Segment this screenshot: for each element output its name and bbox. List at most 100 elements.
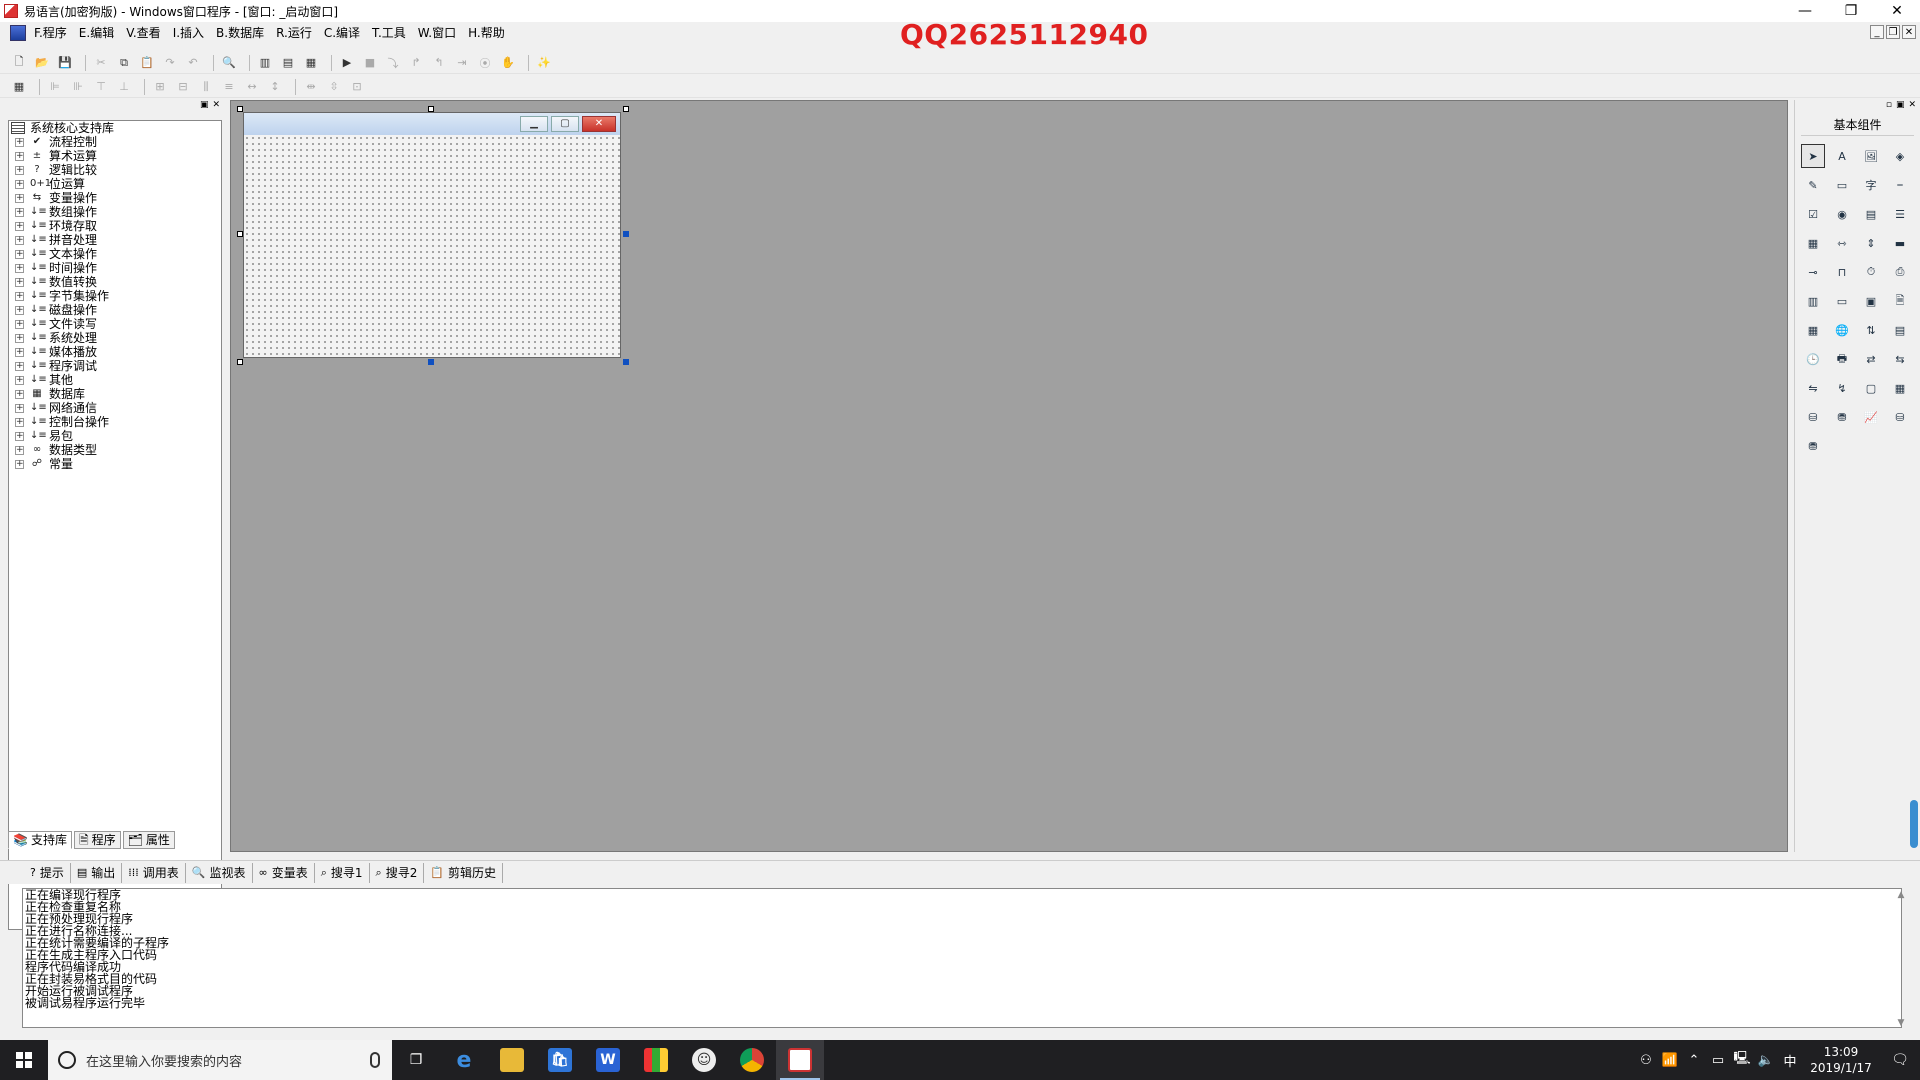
step-into-icon[interactable]: ⤵ bbox=[384, 54, 402, 72]
tab-search2[interactable]: ⌕ 搜寻2 bbox=[370, 862, 425, 883]
layout-palette-icon[interactable]: ▦ bbox=[302, 54, 320, 72]
taskbar-app-explorer[interactable] bbox=[488, 1040, 536, 1080]
list-box-icon[interactable]: ☰ bbox=[1888, 202, 1912, 226]
distribute-vertical-icon[interactable]: ≡ bbox=[220, 78, 238, 96]
group-box-icon[interactable]: ▭ bbox=[1830, 173, 1854, 197]
expand-icon[interactable]: + bbox=[15, 333, 24, 343]
step-out-icon[interactable]: ↰ bbox=[430, 54, 448, 72]
table-icon[interactable]: ▤ bbox=[1888, 318, 1912, 342]
grid-control-icon[interactable]: ▥ bbox=[1801, 289, 1825, 313]
menu-window[interactable]: W.窗口 bbox=[412, 22, 462, 44]
expand-icon[interactable]: + bbox=[15, 193, 24, 203]
wizard-icon[interactable]: ✨ bbox=[535, 54, 553, 72]
menu-tools[interactable]: T.工具 bbox=[366, 22, 412, 44]
tree-item[interactable]: +? 逻辑比较 bbox=[9, 163, 221, 177]
timer-icon[interactable]: ⏱ bbox=[1859, 260, 1883, 284]
progress-bar-icon[interactable]: ▬ bbox=[1888, 231, 1912, 255]
printer-icon[interactable]: 🖶 bbox=[1830, 347, 1854, 371]
clock-icon[interactable]: 🕒 bbox=[1801, 347, 1825, 371]
globe-icon[interactable]: 🌐 bbox=[1830, 318, 1854, 342]
close-button[interactable]: ✕ bbox=[1874, 0, 1920, 22]
menu-view[interactable]: V.查看 bbox=[120, 22, 166, 44]
tree-item[interactable]: + ↓≡ 环境存取 bbox=[9, 219, 221, 233]
output-scrollbar[interactable]: ▲ ▼ bbox=[1894, 890, 1908, 1028]
breakpoint-icon[interactable]: ⦿ bbox=[476, 54, 494, 72]
new-file-icon[interactable]: 🗋 bbox=[10, 54, 28, 72]
expand-icon[interactable]: + bbox=[15, 165, 24, 175]
tree-item[interactable]: + ↓≡ 文本操作 bbox=[9, 247, 221, 261]
align-left-icon[interactable]: ⊫ bbox=[46, 78, 64, 96]
start-button[interactable] bbox=[0, 1040, 48, 1080]
taskbar-app-colorful[interactable] bbox=[632, 1040, 680, 1080]
tab-call-stack[interactable]: ⁞⁞⁞ 调用表 bbox=[122, 862, 186, 883]
taskbar-app-eyuyan[interactable] bbox=[776, 1040, 824, 1080]
tab-support-library[interactable]: 📚 支持库 bbox=[8, 831, 72, 849]
network-icon[interactable]: 🖳 bbox=[1730, 1040, 1754, 1080]
form-client-area[interactable] bbox=[244, 135, 620, 357]
tree-item[interactable]: + ↓≡ 易包 bbox=[9, 429, 221, 443]
tab-watch[interactable]: 🔍 监视表 bbox=[186, 862, 253, 883]
tree-item[interactable]: + ▦ 数据库 bbox=[9, 387, 221, 401]
tree-item[interactable]: + ↓≡ 数组操作 bbox=[9, 205, 221, 219]
expand-icon[interactable]: + bbox=[15, 179, 24, 189]
tree-root[interactable]: 系统核心支持库 bbox=[9, 121, 221, 135]
microphone-icon[interactable] bbox=[370, 1052, 380, 1068]
grid-icon[interactable]: ▦ bbox=[10, 78, 28, 96]
battery-icon[interactable]: ▭ bbox=[1706, 1040, 1730, 1080]
menu-database[interactable]: B.数据库 bbox=[210, 22, 270, 44]
taskbar-search[interactable]: 在这里输入你要搜索的内容 bbox=[48, 1040, 392, 1080]
same-height-icon[interactable]: ↕ bbox=[266, 78, 284, 96]
scroll-up-icon[interactable]: ▲ bbox=[1898, 890, 1905, 900]
expand-icon[interactable]: + bbox=[15, 263, 24, 273]
panel-close-icon[interactable]: ✕ bbox=[212, 100, 220, 114]
step-over-icon[interactable]: ↱ bbox=[407, 54, 425, 72]
tab-hint[interactable]: ? 提示 bbox=[24, 862, 71, 883]
restore-button[interactable]: ❐ bbox=[1828, 0, 1874, 22]
label-icon[interactable]: A bbox=[1830, 144, 1854, 168]
radio-button-icon[interactable]: ◉ bbox=[1830, 202, 1854, 226]
layout-panel-icon[interactable]: ▥ bbox=[256, 54, 274, 72]
menu-run[interactable]: R.运行 bbox=[270, 22, 318, 44]
expand-icon[interactable]: + bbox=[15, 375, 24, 385]
pointer-icon[interactable]: ➤ bbox=[1801, 144, 1825, 168]
run-to-cursor-icon[interactable]: ⇥ bbox=[453, 54, 471, 72]
expand-icon[interactable]: + bbox=[15, 445, 24, 455]
tree-item[interactable]: + ↓≡ 文件读写 bbox=[9, 317, 221, 331]
expand-icon[interactable]: + bbox=[15, 361, 24, 371]
notification-icon[interactable]: 🗨 bbox=[1880, 1040, 1920, 1080]
expand-icon[interactable]: + bbox=[15, 277, 24, 287]
mdi-close-button[interactable]: ✕ bbox=[1902, 25, 1916, 39]
tab-output[interactable]: ▤ 输出 bbox=[71, 862, 123, 883]
resize-handle[interactable] bbox=[237, 106, 243, 112]
task-view-button[interactable]: ❐ bbox=[392, 1040, 440, 1080]
mdi-restore-button[interactable]: ❐ bbox=[1886, 25, 1900, 39]
palette-scrollbar[interactable] bbox=[1910, 800, 1918, 848]
resize-handle[interactable] bbox=[623, 106, 629, 112]
scroll-down-icon[interactable]: ▼ bbox=[1898, 1018, 1905, 1028]
tab-properties[interactable]: 🗂 属性 bbox=[122, 831, 175, 849]
space-vertical-icon[interactable]: ⇳ bbox=[325, 78, 343, 96]
menu-compile[interactable]: C.编译 bbox=[318, 22, 366, 44]
expand-icon[interactable]: + bbox=[15, 389, 24, 399]
tree-item[interactable]: + ↓≡ 系统处理 bbox=[9, 331, 221, 345]
tree-item[interactable]: + ☍ 常量 bbox=[9, 457, 221, 471]
align-top-icon[interactable]: ⊤ bbox=[92, 78, 110, 96]
tree-item[interactable]: + ↓≡ 网络通信 bbox=[9, 401, 221, 415]
float-icon[interactable]: ▣ bbox=[1896, 100, 1905, 114]
tab-variables[interactable]: ∞ 变量表 bbox=[253, 862, 315, 883]
tree-item[interactable]: + ↓≡ 磁盘操作 bbox=[9, 303, 221, 317]
menu-program[interactable]: F.程序 bbox=[28, 22, 73, 44]
taskbar-app-edge[interactable]: e bbox=[440, 1040, 488, 1080]
combo-box-icon[interactable]: ▤ bbox=[1859, 202, 1883, 226]
document-icon[interactable] bbox=[10, 25, 26, 41]
checklist-icon[interactable]: ▦ bbox=[1801, 231, 1825, 255]
line-icon[interactable]: ⎯ bbox=[1888, 173, 1912, 197]
tree-item[interactable]: + ± 算术运算 bbox=[9, 149, 221, 163]
clock[interactable]: 13:09 2019/1/17 bbox=[1802, 1044, 1880, 1076]
network-server-icon[interactable]: ⇆ bbox=[1888, 347, 1912, 371]
find-icon[interactable]: 🔍 bbox=[220, 54, 238, 72]
pin-icon[interactable]: ▫ bbox=[1886, 100, 1892, 114]
database-link-icon[interactable]: ⛃ bbox=[1830, 405, 1854, 429]
odbc-database-icon[interactable]: ⛁ bbox=[1888, 405, 1912, 429]
expand-icon[interactable]: + bbox=[15, 305, 24, 315]
